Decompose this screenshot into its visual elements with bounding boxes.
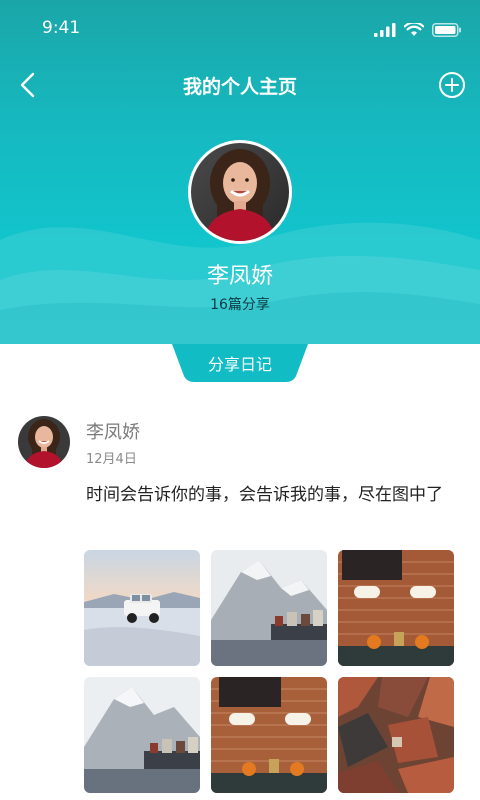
status-icons: [374, 20, 462, 40]
photo-image: [211, 677, 327, 793]
profile-avatar[interactable]: [188, 140, 292, 244]
tab-label: 分享日记: [207, 355, 272, 374]
nav-bar: 我的个人主页: [0, 62, 480, 108]
photo-image: [338, 677, 454, 793]
tab-share-diary[interactable]: 分享日记: [172, 344, 308, 382]
photo-mountain-village[interactable]: [211, 550, 327, 666]
page-title: 我的个人主页: [182, 76, 297, 98]
photo-brick-cafe[interactable]: [338, 550, 454, 666]
avatar-photo: [18, 416, 70, 468]
plus-circle-icon: [439, 72, 465, 98]
post-avatar[interactable]: [18, 416, 70, 468]
battery-icon: [432, 23, 461, 37]
photo-brick-cafe[interactable]: [211, 677, 327, 793]
photo-image: [338, 550, 454, 666]
post-author: 李凤娇: [86, 422, 140, 443]
avatar-photo: [191, 143, 289, 241]
status-bar: 9:41: [0, 0, 480, 60]
status-time: 9:41: [42, 18, 81, 38]
photo-jeep-snow[interactable]: [84, 550, 200, 666]
photo-image: [84, 550, 200, 666]
add-button[interactable]: [438, 71, 466, 99]
wifi-icon: [404, 23, 424, 36]
share-count: 16篇分享: [210, 297, 270, 313]
photo-image: [84, 677, 200, 793]
post-date: 12月4日: [86, 452, 137, 467]
post-text: 时间会告诉你的事，会告诉我的事，尽在图中了: [86, 485, 443, 505]
signal-icon: [374, 23, 396, 37]
profile-name: 李凤娇: [206, 264, 273, 289]
profile-header: 9:41 我的个人主页 李凤娇 16篇分享: [0, 0, 480, 344]
photo-mountain-village[interactable]: [84, 677, 200, 793]
photo-aerial-city[interactable]: [338, 677, 454, 793]
photo-image: [211, 550, 327, 666]
